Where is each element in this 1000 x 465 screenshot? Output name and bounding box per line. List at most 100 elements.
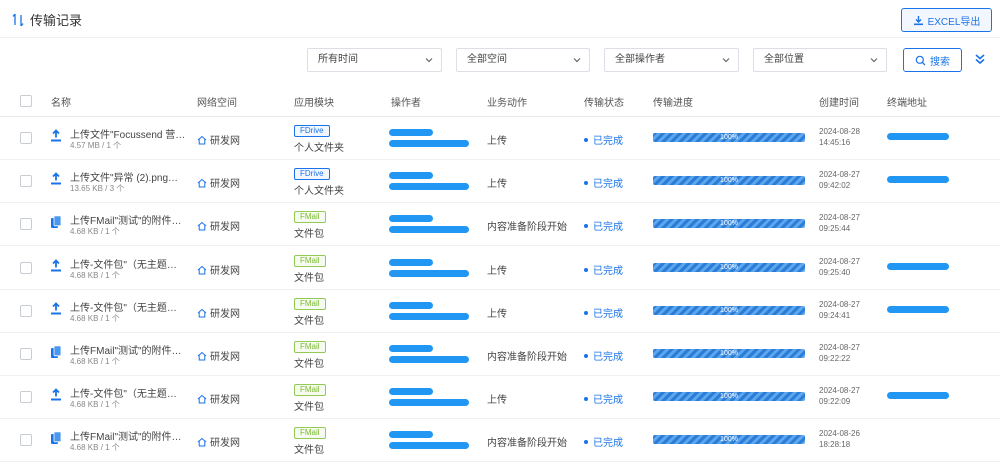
table-row[interactable]: 上传-文件包"（无主题）… 4.68 KB / 1 个 研发网 FMail 文件包 上传 已… bbox=[0, 290, 1000, 333]
table-row[interactable]: 上传文件"异常 (2).png等… 13.65 KB / 3 个 研发网 FDrive… bbox=[0, 160, 1000, 203]
row-checkbox[interactable] bbox=[20, 218, 32, 230]
file-size: 4.57 MB / 1 个 bbox=[70, 141, 122, 150]
time-filter-select[interactable]: 所有时间 bbox=[307, 48, 442, 72]
double-chevron-down-icon[interactable] bbox=[973, 52, 987, 66]
status-dot bbox=[584, 180, 588, 185]
file-size: 4.68 KB / 1 个 bbox=[70, 357, 120, 366]
location-filter-select[interactable]: 全部位置 bbox=[753, 48, 887, 72]
column-progress: 传输进度 bbox=[653, 98, 693, 109]
excel-export-button[interactable]: EXCEL导出 bbox=[901, 8, 992, 32]
chevron-down-icon bbox=[870, 58, 878, 63]
progress-label: 100% bbox=[720, 350, 738, 357]
file-name[interactable]: 上传FMail"测试"的附件… bbox=[70, 212, 186, 227]
created-time: 2024-08-27 09:25:44 bbox=[819, 212, 860, 234]
operator-email-redacted bbox=[389, 140, 469, 147]
status-label: 已完成 bbox=[593, 395, 623, 406]
created-time: 2024-08-27 09:24:41 bbox=[819, 299, 860, 321]
module-sub: 文件包 bbox=[294, 273, 324, 284]
business-action: 内容准备阶段开始 bbox=[487, 438, 567, 449]
file-name[interactable]: 上传-文件包"（无主题）… bbox=[70, 385, 186, 400]
transfer-status: 已完成 bbox=[584, 218, 623, 233]
row-checkbox[interactable] bbox=[20, 132, 32, 144]
module-tag: FMail bbox=[294, 384, 326, 396]
file-size: 13.65 KB / 3 个 bbox=[70, 184, 125, 193]
home-icon bbox=[197, 221, 207, 230]
search-button[interactable]: 搜索 bbox=[903, 48, 962, 72]
created-time: 2024-08-28 14:45:16 bbox=[819, 126, 860, 148]
file-name[interactable]: 上传文件"Focussend 营… bbox=[70, 126, 186, 141]
terminal-address-redacted bbox=[887, 263, 949, 270]
home-icon bbox=[197, 308, 207, 317]
module-sub: 文件包 bbox=[294, 359, 324, 370]
copy-icon bbox=[50, 345, 62, 359]
home-icon bbox=[197, 351, 207, 360]
row-checkbox[interactable] bbox=[20, 175, 32, 187]
table-row[interactable]: 上传FMail"测试"的附件… 4.68 KB / 1 个 研发网 FMail 文件包 内… bbox=[0, 419, 1000, 462]
space-filter-select[interactable]: 全部空间 bbox=[456, 48, 590, 72]
file-name[interactable]: 上传文件"异常 (2).png等… bbox=[70, 169, 186, 184]
row-checkbox[interactable] bbox=[20, 262, 32, 274]
created-time: 2024-08-27 09:42:02 bbox=[819, 169, 860, 191]
chevron-down-icon bbox=[573, 58, 581, 63]
table-row[interactable]: 上传-文件包"（无主题）… 4.68 KB / 1 个 研发网 FMail 文件包 上传 已… bbox=[0, 376, 1000, 419]
row-checkbox[interactable] bbox=[20, 348, 32, 360]
transfer-status: 已完成 bbox=[584, 434, 623, 449]
chevron-down-icon bbox=[425, 58, 433, 63]
created-clock: 14:45:16 bbox=[819, 138, 851, 147]
upload-icon bbox=[50, 129, 62, 143]
progress-label: 100% bbox=[720, 220, 738, 227]
title-wrap: 传输记录 bbox=[12, 10, 82, 29]
created-date: 2024-08-27 bbox=[819, 343, 860, 352]
transfer-status: 已完成 bbox=[584, 391, 623, 406]
module-sub: 文件包 bbox=[294, 445, 324, 456]
created-clock: 09:25:44 bbox=[819, 224, 851, 233]
time-filter-value: 所有时间 bbox=[318, 54, 358, 65]
created-date: 2024-08-26 bbox=[819, 429, 860, 438]
upload-icon bbox=[50, 388, 62, 402]
row-checkbox[interactable] bbox=[20, 305, 32, 317]
home-icon bbox=[197, 394, 207, 403]
file-name[interactable]: 上传-文件包"（无主题）… bbox=[70, 256, 186, 271]
network-space: 研发网 bbox=[197, 175, 240, 190]
row-checkbox[interactable] bbox=[20, 434, 32, 446]
progress-bar: 100% bbox=[653, 306, 805, 315]
module-tag: FMail bbox=[294, 211, 326, 223]
operator-email-redacted bbox=[389, 270, 469, 277]
module-sub: 个人文件夹 bbox=[294, 186, 344, 197]
operator-name-redacted bbox=[389, 345, 433, 352]
operator-email-redacted bbox=[389, 399, 469, 406]
column-created: 创建时间 bbox=[819, 98, 859, 109]
home-icon bbox=[197, 135, 207, 144]
operator-filter-select[interactable]: 全部操作者 bbox=[604, 48, 739, 72]
file-name[interactable]: 上传FMail"测试"的附件… bbox=[70, 428, 186, 443]
table-row[interactable]: 上传FMail"测试"的附件… 4.68 KB / 1 个 研发网 FMail 文件包 内… bbox=[0, 203, 1000, 246]
terminal-address-redacted bbox=[887, 133, 949, 140]
row-checkbox[interactable] bbox=[20, 391, 32, 403]
module-sub: 文件包 bbox=[294, 402, 324, 413]
network-space-label: 研发网 bbox=[210, 136, 240, 147]
module-tag: FMail bbox=[294, 255, 326, 267]
select-all-checkbox[interactable] bbox=[20, 95, 32, 107]
created-date: 2024-08-27 bbox=[819, 213, 860, 222]
transfer-status: 已完成 bbox=[584, 305, 623, 320]
network-space: 研发网 bbox=[197, 348, 240, 363]
status-label: 已完成 bbox=[593, 438, 623, 449]
file-name[interactable]: 上传FMail"测试"的附件… bbox=[70, 342, 186, 357]
progress-label: 100% bbox=[720, 264, 738, 271]
location-filter-value: 全部位置 bbox=[764, 54, 804, 65]
table-row[interactable]: 上传FMail"测试"的附件… 4.68 KB / 1 个 研发网 FMail 文件包 内… bbox=[0, 333, 1000, 376]
terminal-address-redacted bbox=[887, 392, 949, 399]
column-terminal: 终端地址 bbox=[887, 98, 927, 109]
operator-filter-value: 全部操作者 bbox=[615, 54, 665, 65]
status-dot bbox=[584, 267, 588, 272]
transfer-icon bbox=[12, 13, 24, 26]
table-row[interactable]: 上传文件"Focussend 营… 4.57 MB / 1 个 研发网 FDrive 个… bbox=[0, 117, 1000, 160]
progress-bar: 100% bbox=[653, 392, 805, 401]
file-name[interactable]: 上传-文件包"（无主题）… bbox=[70, 299, 186, 314]
page-title: 传输记录 bbox=[30, 13, 83, 28]
table-row[interactable]: 上传-文件包"（无主题）… 4.68 KB / 1 个 研发网 FMail 文件包 上传 已… bbox=[0, 247, 1000, 290]
status-label: 已完成 bbox=[593, 266, 623, 277]
module-sub: 文件包 bbox=[294, 316, 324, 327]
transfer-status: 已完成 bbox=[584, 175, 623, 190]
module-sub: 文件包 bbox=[294, 229, 324, 240]
